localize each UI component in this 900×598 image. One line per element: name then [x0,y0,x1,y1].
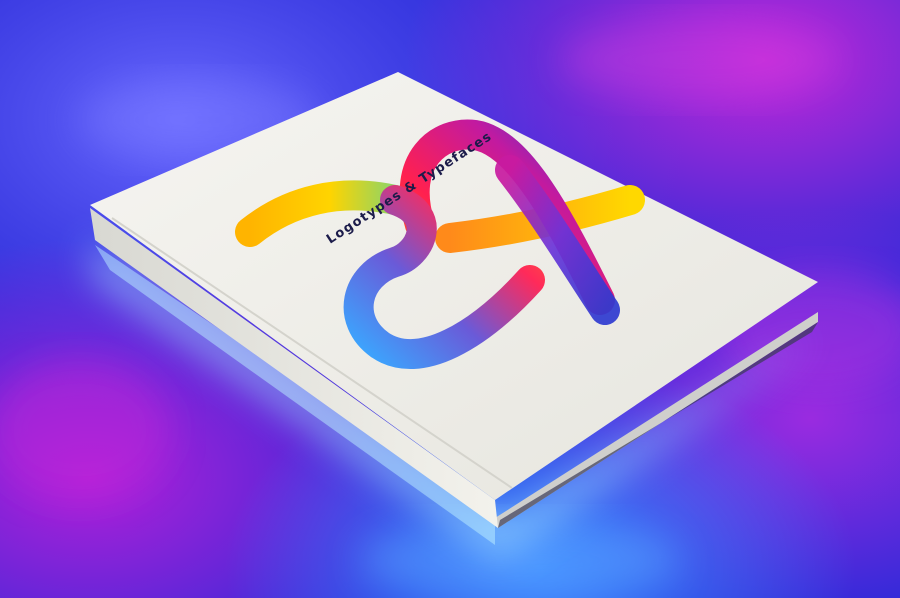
photo-canvas: Logotypes & Typefaces [0,0,900,598]
photo-scene: Logotypes & Typefaces [0,0,900,598]
